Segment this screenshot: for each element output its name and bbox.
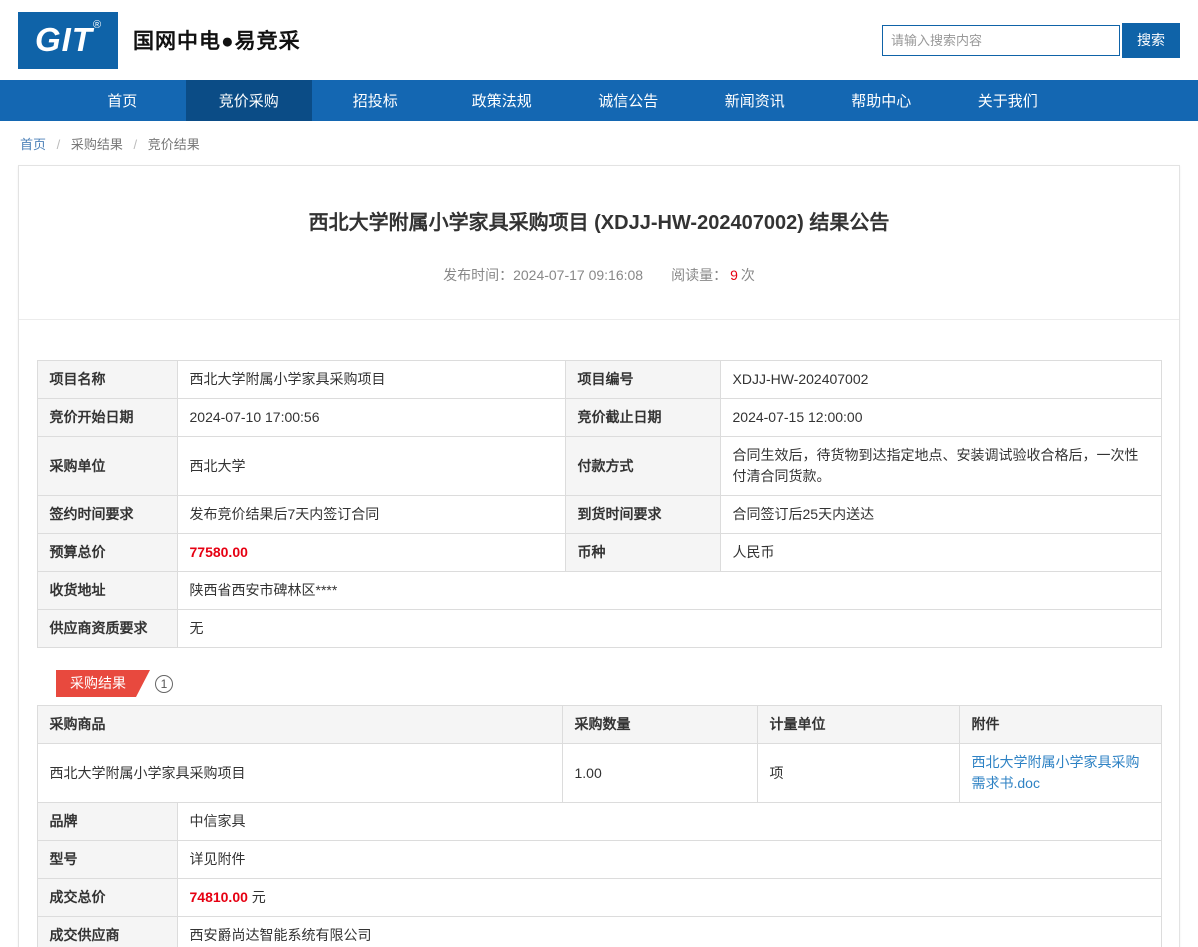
field-label: 品牌: [37, 803, 177, 841]
field-value: 2024-07-15 12:00:00: [720, 399, 1161, 437]
field-label: 竞价截止日期: [565, 399, 720, 437]
search-button[interactable]: 搜索: [1122, 23, 1180, 58]
column-header-quantity: 采购数量: [562, 706, 757, 744]
field-value: 合同签订后25天内送达: [720, 496, 1161, 534]
table-row: 项目名称 西北大学附属小学家具采购项目 项目编号 XDJJ-HW-2024070…: [37, 361, 1161, 399]
deal-total-price: 74810.00 元: [177, 879, 1161, 917]
field-label: 签约时间要求: [37, 496, 177, 534]
nav-item-news[interactable]: 新闻资讯: [692, 80, 819, 121]
field-label: 成交供应商: [37, 917, 177, 947]
table-row: 型号 详见附件: [37, 841, 1161, 879]
nav-item-policy[interactable]: 政策法规: [439, 80, 566, 121]
table-row: 签约时间要求 发布竞价结果后7天内签订合同 到货时间要求 合同签订后25天内送达: [37, 496, 1161, 534]
product-name: 西北大学附属小学家具采购项目: [37, 744, 562, 803]
nav-item-bidding-purchase[interactable]: 竞价采购: [186, 80, 313, 121]
nav-item-integrity-notice[interactable]: 诚信公告: [565, 80, 692, 121]
field-value: 无: [177, 610, 1161, 648]
table-row: 采购单位 西北大学 付款方式 合同生效后，待货物到达指定地点、安装调试验收合格后…: [37, 437, 1161, 496]
field-value: 发布竞价结果后7天内签订合同: [177, 496, 565, 534]
brand-value: 中信家具: [177, 803, 1161, 841]
column-header-product: 采购商品: [37, 706, 562, 744]
field-label: 竞价开始日期: [37, 399, 177, 437]
table-row: 供应商资质要求 无: [37, 610, 1161, 648]
publish-time-label: 发布时间：: [443, 267, 513, 283]
field-label: 预算总价: [37, 534, 177, 572]
field-value: 西北大学附属小学家具采购项目: [177, 361, 565, 399]
deal-price-unit: 元: [248, 889, 266, 905]
field-label: 到货时间要求: [565, 496, 720, 534]
winning-supplier: 西安爵尚达智能系统有限公司: [177, 917, 1161, 947]
table-header-row: 采购商品 采购数量 计量单位 附件: [37, 706, 1161, 744]
table-row: 成交总价 74810.00 元: [37, 879, 1161, 917]
site-title: 国网中电●易竞采: [133, 25, 301, 55]
field-label: 币种: [565, 534, 720, 572]
page-title: 西北大学附属小学家具采购项目 (XDJJ-HW-202407002) 结果公告: [49, 206, 1149, 235]
column-header-unit: 计量单位: [757, 706, 959, 744]
purchase-result-tag: 采购结果: [56, 670, 150, 697]
nav-item-help-center[interactable]: 帮助中心: [818, 80, 945, 121]
breadcrumb: 首页 / 采购结果 / 竞价结果: [0, 121, 1198, 159]
result-detail-table: 品牌 中信家具 型号 详见附件 成交总价 74810.00 元 成交供应商 西安…: [37, 802, 1162, 947]
table-row: 收货地址 陕西省西安市碑林区****: [37, 572, 1161, 610]
attachment-link[interactable]: 西北大学附属小学家具采购需求书.doc: [972, 754, 1140, 791]
publish-time-value: 2024-07-17 09:16:08: [513, 267, 643, 283]
breadcrumb-purchase-results[interactable]: 采购结果: [71, 137, 123, 152]
result-section-header: 采购结果 1: [56, 670, 1179, 697]
search-input[interactable]: [882, 25, 1120, 56]
search-bar: 搜索: [882, 23, 1180, 58]
table-row: 西北大学附属小学家具采购项目 1.00 项 西北大学附属小学家具采购需求书.do…: [37, 744, 1161, 803]
registered-mark-icon: ®: [93, 19, 101, 31]
field-label: 收货地址: [37, 572, 177, 610]
views-count: 9: [730, 267, 738, 283]
field-label: 型号: [37, 841, 177, 879]
field-label: 成交总价: [37, 879, 177, 917]
announcement-meta: 发布时间：2024-07-17 09:16:08 阅读量：9次: [49, 265, 1149, 285]
field-label: 项目名称: [37, 361, 177, 399]
field-label: 项目编号: [565, 361, 720, 399]
views-unit: 次: [741, 267, 755, 283]
logo-text: GIT: [35, 21, 93, 59]
field-label: 供应商资质要求: [37, 610, 177, 648]
field-label: 付款方式: [565, 437, 720, 496]
model-value: 详见附件: [177, 841, 1161, 879]
project-info-table: 项目名称 西北大学附属小学家具采购项目 项目编号 XDJJ-HW-2024070…: [37, 360, 1162, 648]
breadcrumb-home[interactable]: 首页: [20, 137, 46, 152]
field-value: XDJJ-HW-202407002: [720, 361, 1161, 399]
result-count-badge: 1: [155, 675, 173, 693]
field-value: 2024-07-10 17:00:56: [177, 399, 565, 437]
purchase-quantity: 1.00: [562, 744, 757, 803]
table-row: 成交供应商 西安爵尚达智能系统有限公司: [37, 917, 1161, 947]
deal-price-number: 74810.00: [190, 889, 248, 905]
views-label: 阅读量：: [671, 267, 727, 283]
nav-item-about-us[interactable]: 关于我们: [945, 80, 1072, 121]
measure-unit: 项: [757, 744, 959, 803]
field-value: 陕西省西安市碑林区****: [177, 572, 1161, 610]
announcement-header: 西北大学附属小学家具采购项目 (XDJJ-HW-202407002) 结果公告 …: [19, 166, 1179, 320]
field-value: 合同生效后，待货物到达指定地点、安装调试验收合格后，一次性付清合同货款。: [720, 437, 1161, 496]
top-header: GIT ® 国网中电●易竞采 搜索: [0, 0, 1198, 80]
announcement-card: 西北大学附属小学家具采购项目 (XDJJ-HW-202407002) 结果公告 …: [18, 165, 1180, 947]
purchase-result-table: 采购商品 采购数量 计量单位 附件 西北大学附属小学家具采购项目 1.00 项 …: [37, 705, 1162, 803]
field-label: 采购单位: [37, 437, 177, 496]
breadcrumb-separator: /: [134, 137, 138, 152]
column-header-attachment: 附件: [959, 706, 1161, 744]
field-value: 西北大学: [177, 437, 565, 496]
breadcrumb-separator: /: [57, 137, 61, 152]
git-logo[interactable]: GIT ®: [18, 12, 118, 69]
budget-total-value: 77580.00: [177, 534, 565, 572]
field-value: 人民币: [720, 534, 1161, 572]
table-row: 品牌 中信家具: [37, 803, 1161, 841]
table-row: 预算总价 77580.00 币种 人民币: [37, 534, 1161, 572]
nav-item-home[interactable]: 首页: [59, 80, 186, 121]
breadcrumb-bidding-results: 竞价结果: [148, 137, 200, 152]
table-row: 竞价开始日期 2024-07-10 17:00:56 竞价截止日期 2024-0…: [37, 399, 1161, 437]
nav-item-tender[interactable]: 招投标: [312, 80, 439, 121]
main-nav: 首页 竞价采购 招投标 政策法规 诚信公告 新闻资讯 帮助中心 关于我们: [0, 80, 1198, 121]
